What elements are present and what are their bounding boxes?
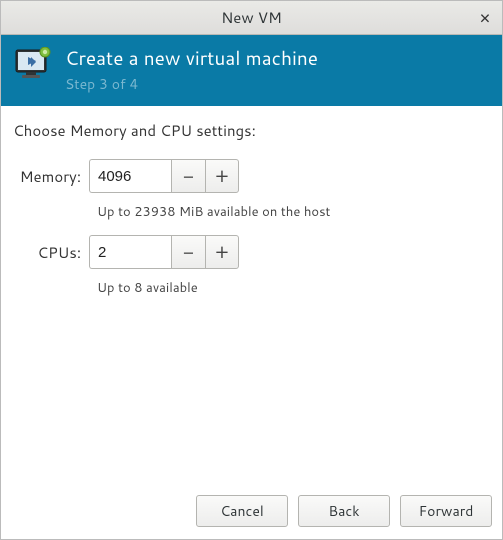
section-heading: Choose Memory and CPU settings: (13, 120, 490, 141)
minus-icon: − (183, 238, 194, 266)
cpus-increment-button[interactable]: + (205, 235, 239, 269)
content-area: Choose Memory and CPU settings: Memory: … (1, 106, 502, 487)
plus-icon: + (215, 162, 229, 190)
cpus-decrement-button[interactable]: − (171, 235, 205, 269)
memory-label: Memory: (13, 166, 89, 187)
banner: Create a new virtual machine Step 3 of 4 (1, 35, 502, 106)
cpus-label: CPUs: (13, 242, 89, 263)
cpus-input[interactable] (89, 235, 171, 269)
titlebar: New VM × (1, 1, 502, 35)
forward-button[interactable]: Forward (400, 495, 492, 527)
banner-text: Create a new virtual machine Step 3 of 4 (65, 45, 318, 94)
memory-decrement-button[interactable]: − (171, 159, 205, 193)
memory-increment-button[interactable]: + (205, 159, 239, 193)
cpus-spinner: − + (89, 235, 239, 269)
close-icon[interactable]: × (476, 9, 494, 27)
dialog-buttons: Cancel Back Forward (1, 487, 502, 539)
banner-step: Step 3 of 4 (65, 74, 318, 94)
dialog-window: New VM × Create a new virtual machine St… (0, 0, 503, 540)
cpus-hint: Up to 8 available (97, 279, 490, 297)
back-button[interactable]: Back (298, 495, 390, 527)
cancel-button[interactable]: Cancel (196, 495, 288, 527)
minus-icon: − (183, 162, 194, 190)
memory-spinner: − + (89, 159, 239, 193)
plus-icon: + (215, 238, 229, 266)
memory-row: Memory: − + (13, 159, 490, 193)
banner-heading: Create a new virtual machine (65, 45, 318, 72)
vm-monitor-icon (15, 47, 53, 86)
window-title: New VM (1, 7, 502, 28)
memory-input[interactable] (89, 159, 171, 193)
memory-hint: Up to 23938 MiB available on the host (97, 203, 490, 221)
cpus-row: CPUs: − + (13, 235, 490, 269)
